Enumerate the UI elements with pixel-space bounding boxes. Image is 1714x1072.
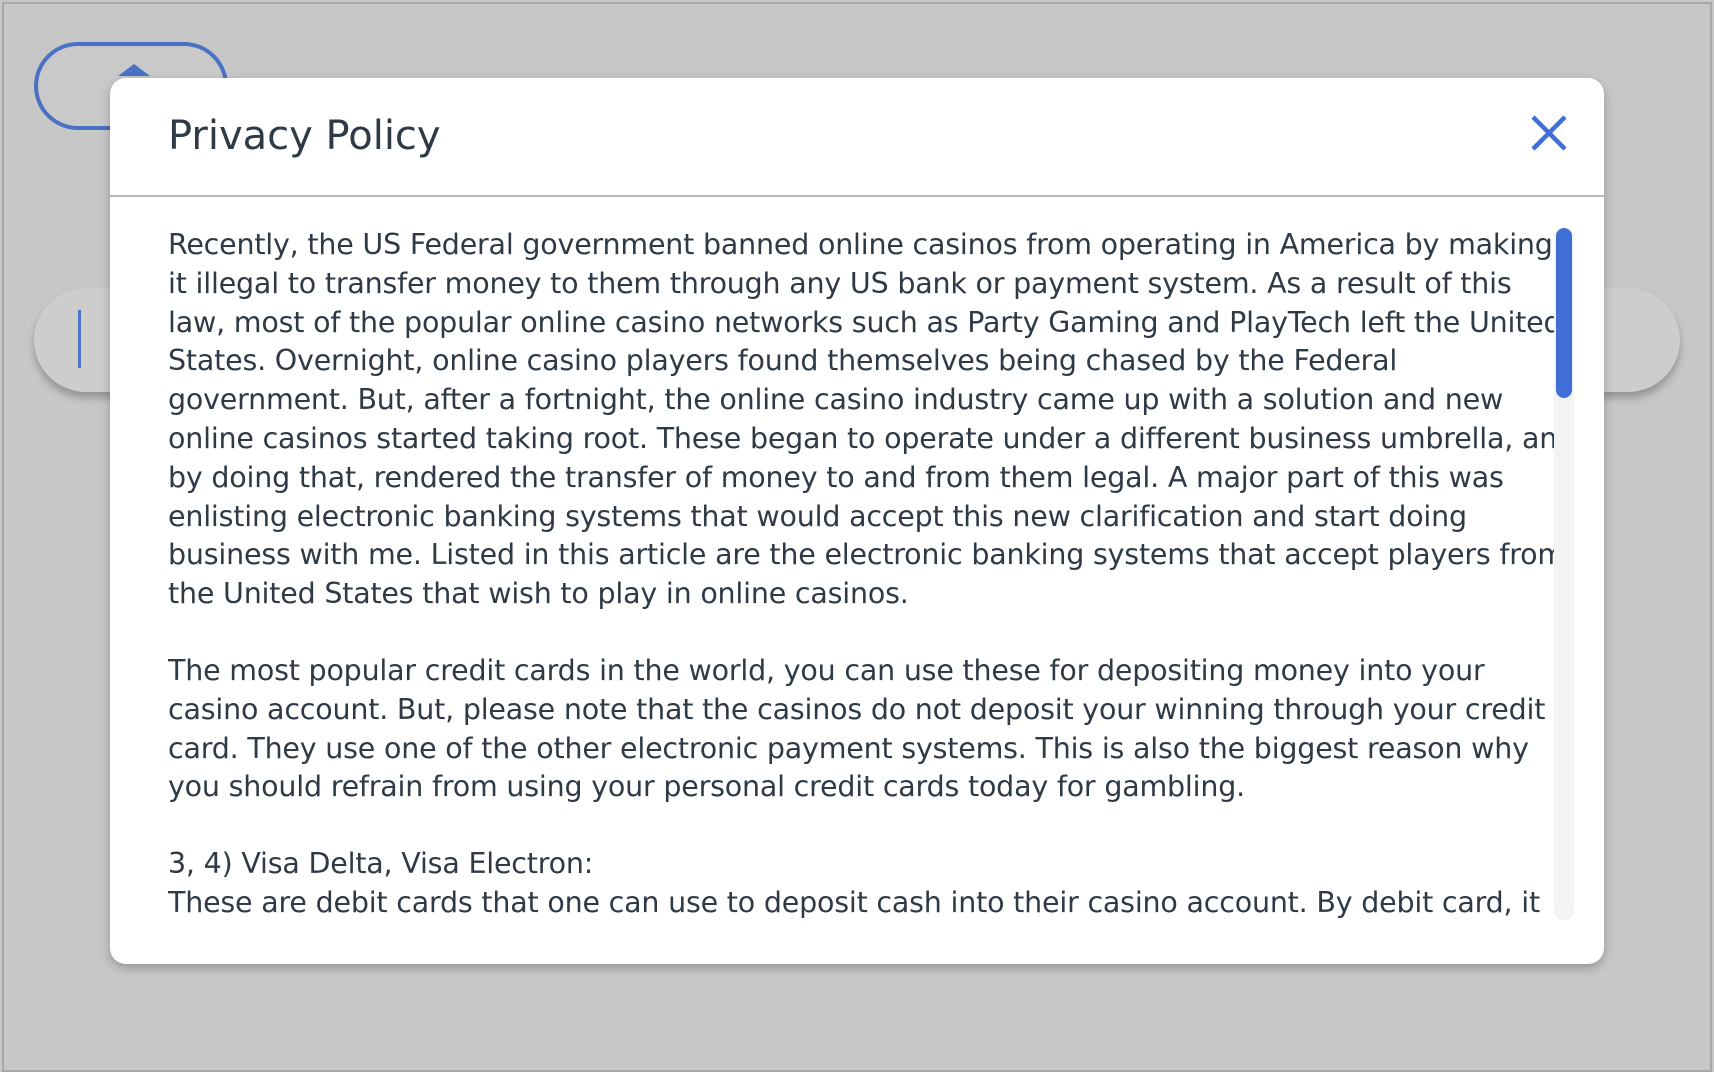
- privacy-policy-modal: Privacy Policy Recently, the US Federal …: [110, 78, 1604, 964]
- policy-paragraph: The most popular credit cards in the wor…: [168, 653, 1546, 804]
- policy-item-text: These are debit cards that one can use t…: [168, 885, 1540, 919]
- policy-item-heading: 3, 4) Visa Delta, Visa Electron:: [168, 847, 594, 881]
- scrollbar-thumb[interactable]: [1556, 228, 1572, 398]
- scrollbar-track[interactable]: [1554, 228, 1574, 920]
- modal-header: Privacy Policy: [110, 78, 1604, 197]
- policy-paragraph: Recently, the US Federal government bann…: [168, 228, 1575, 611]
- chevron-up-icon: [118, 64, 150, 76]
- modal-body[interactable]: Recently, the US Federal government bann…: [168, 226, 1604, 964]
- modal-title: Privacy Policy: [168, 113, 441, 159]
- text-cursor: [78, 310, 81, 368]
- screen: Privacy Policy Recently, the US Federal …: [0, 0, 1714, 1072]
- close-button[interactable]: [1524, 108, 1574, 158]
- close-icon: [1531, 115, 1567, 151]
